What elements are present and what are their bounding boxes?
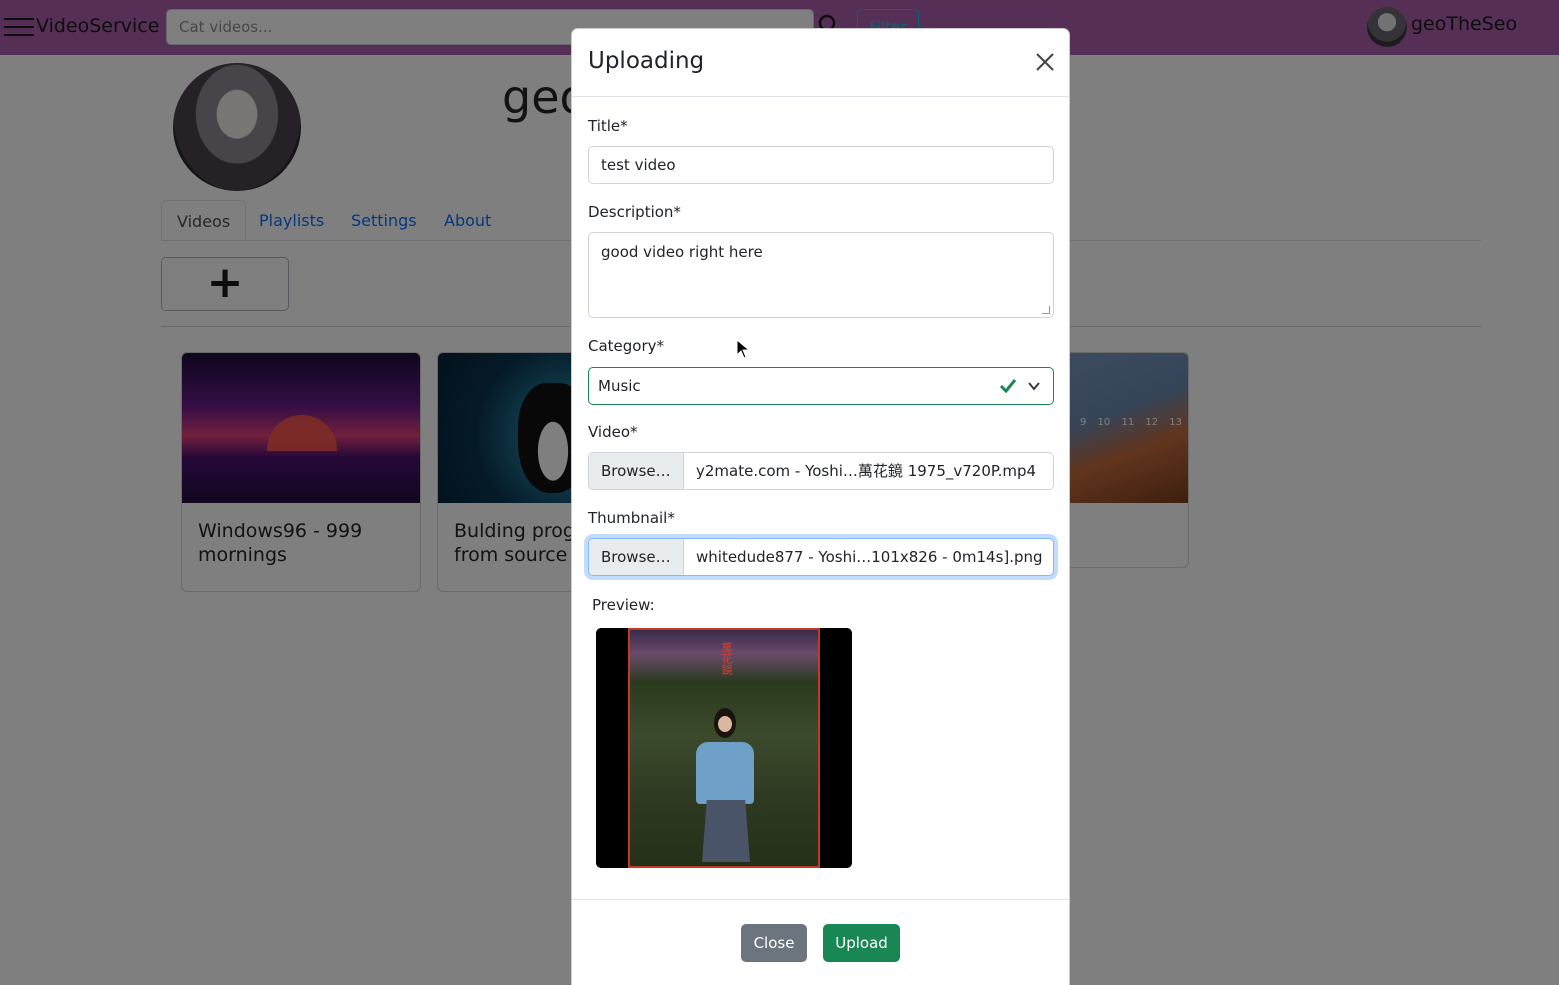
preview-label: Preview: xyxy=(592,596,655,614)
category-value: Music xyxy=(598,377,641,395)
upload-button[interactable]: Upload xyxy=(823,924,900,962)
video-label: Video* xyxy=(588,423,638,441)
category-select[interactable]: Music xyxy=(588,367,1054,405)
preview-album-title: 萬花鏡 xyxy=(720,642,733,675)
upload-modal: Uploading Title* test video Description*… xyxy=(571,28,1070,985)
description-label: Description* xyxy=(588,203,681,221)
preview-image: 萬花鏡 xyxy=(628,628,820,868)
video-file-input[interactable]: Browse… y2mate.com - Yoshi…萬花鏡 1975_v720… xyxy=(588,452,1054,490)
thumbnail-preview: 萬花鏡 xyxy=(596,628,852,868)
category-label: Category* xyxy=(588,337,665,355)
modal-footer: Close Upload xyxy=(572,899,1069,985)
video-browse-button[interactable]: Browse… xyxy=(589,453,684,489)
close-icon[interactable] xyxy=(1034,51,1056,73)
chevron-down-icon xyxy=(1028,382,1040,391)
modal-header: Uploading xyxy=(572,29,1069,97)
description-text: good video right here xyxy=(601,243,763,261)
preview-figure-blouse xyxy=(696,742,754,804)
check-icon xyxy=(999,379,1017,394)
resize-handle-icon[interactable] xyxy=(1042,306,1050,314)
video-file-name: y2mate.com - Yoshi…萬花鏡 1975_v720P.mp4 xyxy=(696,462,1037,480)
description-textarea[interactable]: good video right here xyxy=(588,232,1054,318)
mouse-cursor-icon xyxy=(736,339,750,359)
thumbnail-file-name: whitedude877 - Yoshi…101x826 - 0m14s].pn… xyxy=(696,548,1043,566)
thumbnail-file-input[interactable]: Browse… whitedude877 - Yoshi…101x826 - 0… xyxy=(588,538,1054,576)
title-label: Title* xyxy=(588,117,628,135)
thumbnail-label: Thumbnail* xyxy=(588,509,675,527)
thumbnail-browse-button[interactable]: Browse… xyxy=(589,539,684,575)
title-input[interactable]: test video xyxy=(588,146,1054,184)
close-button[interactable]: Close xyxy=(741,924,807,962)
preview-figure-skirt xyxy=(702,800,750,862)
modal-title: Uploading xyxy=(588,48,705,74)
preview-figure-face xyxy=(718,716,732,732)
